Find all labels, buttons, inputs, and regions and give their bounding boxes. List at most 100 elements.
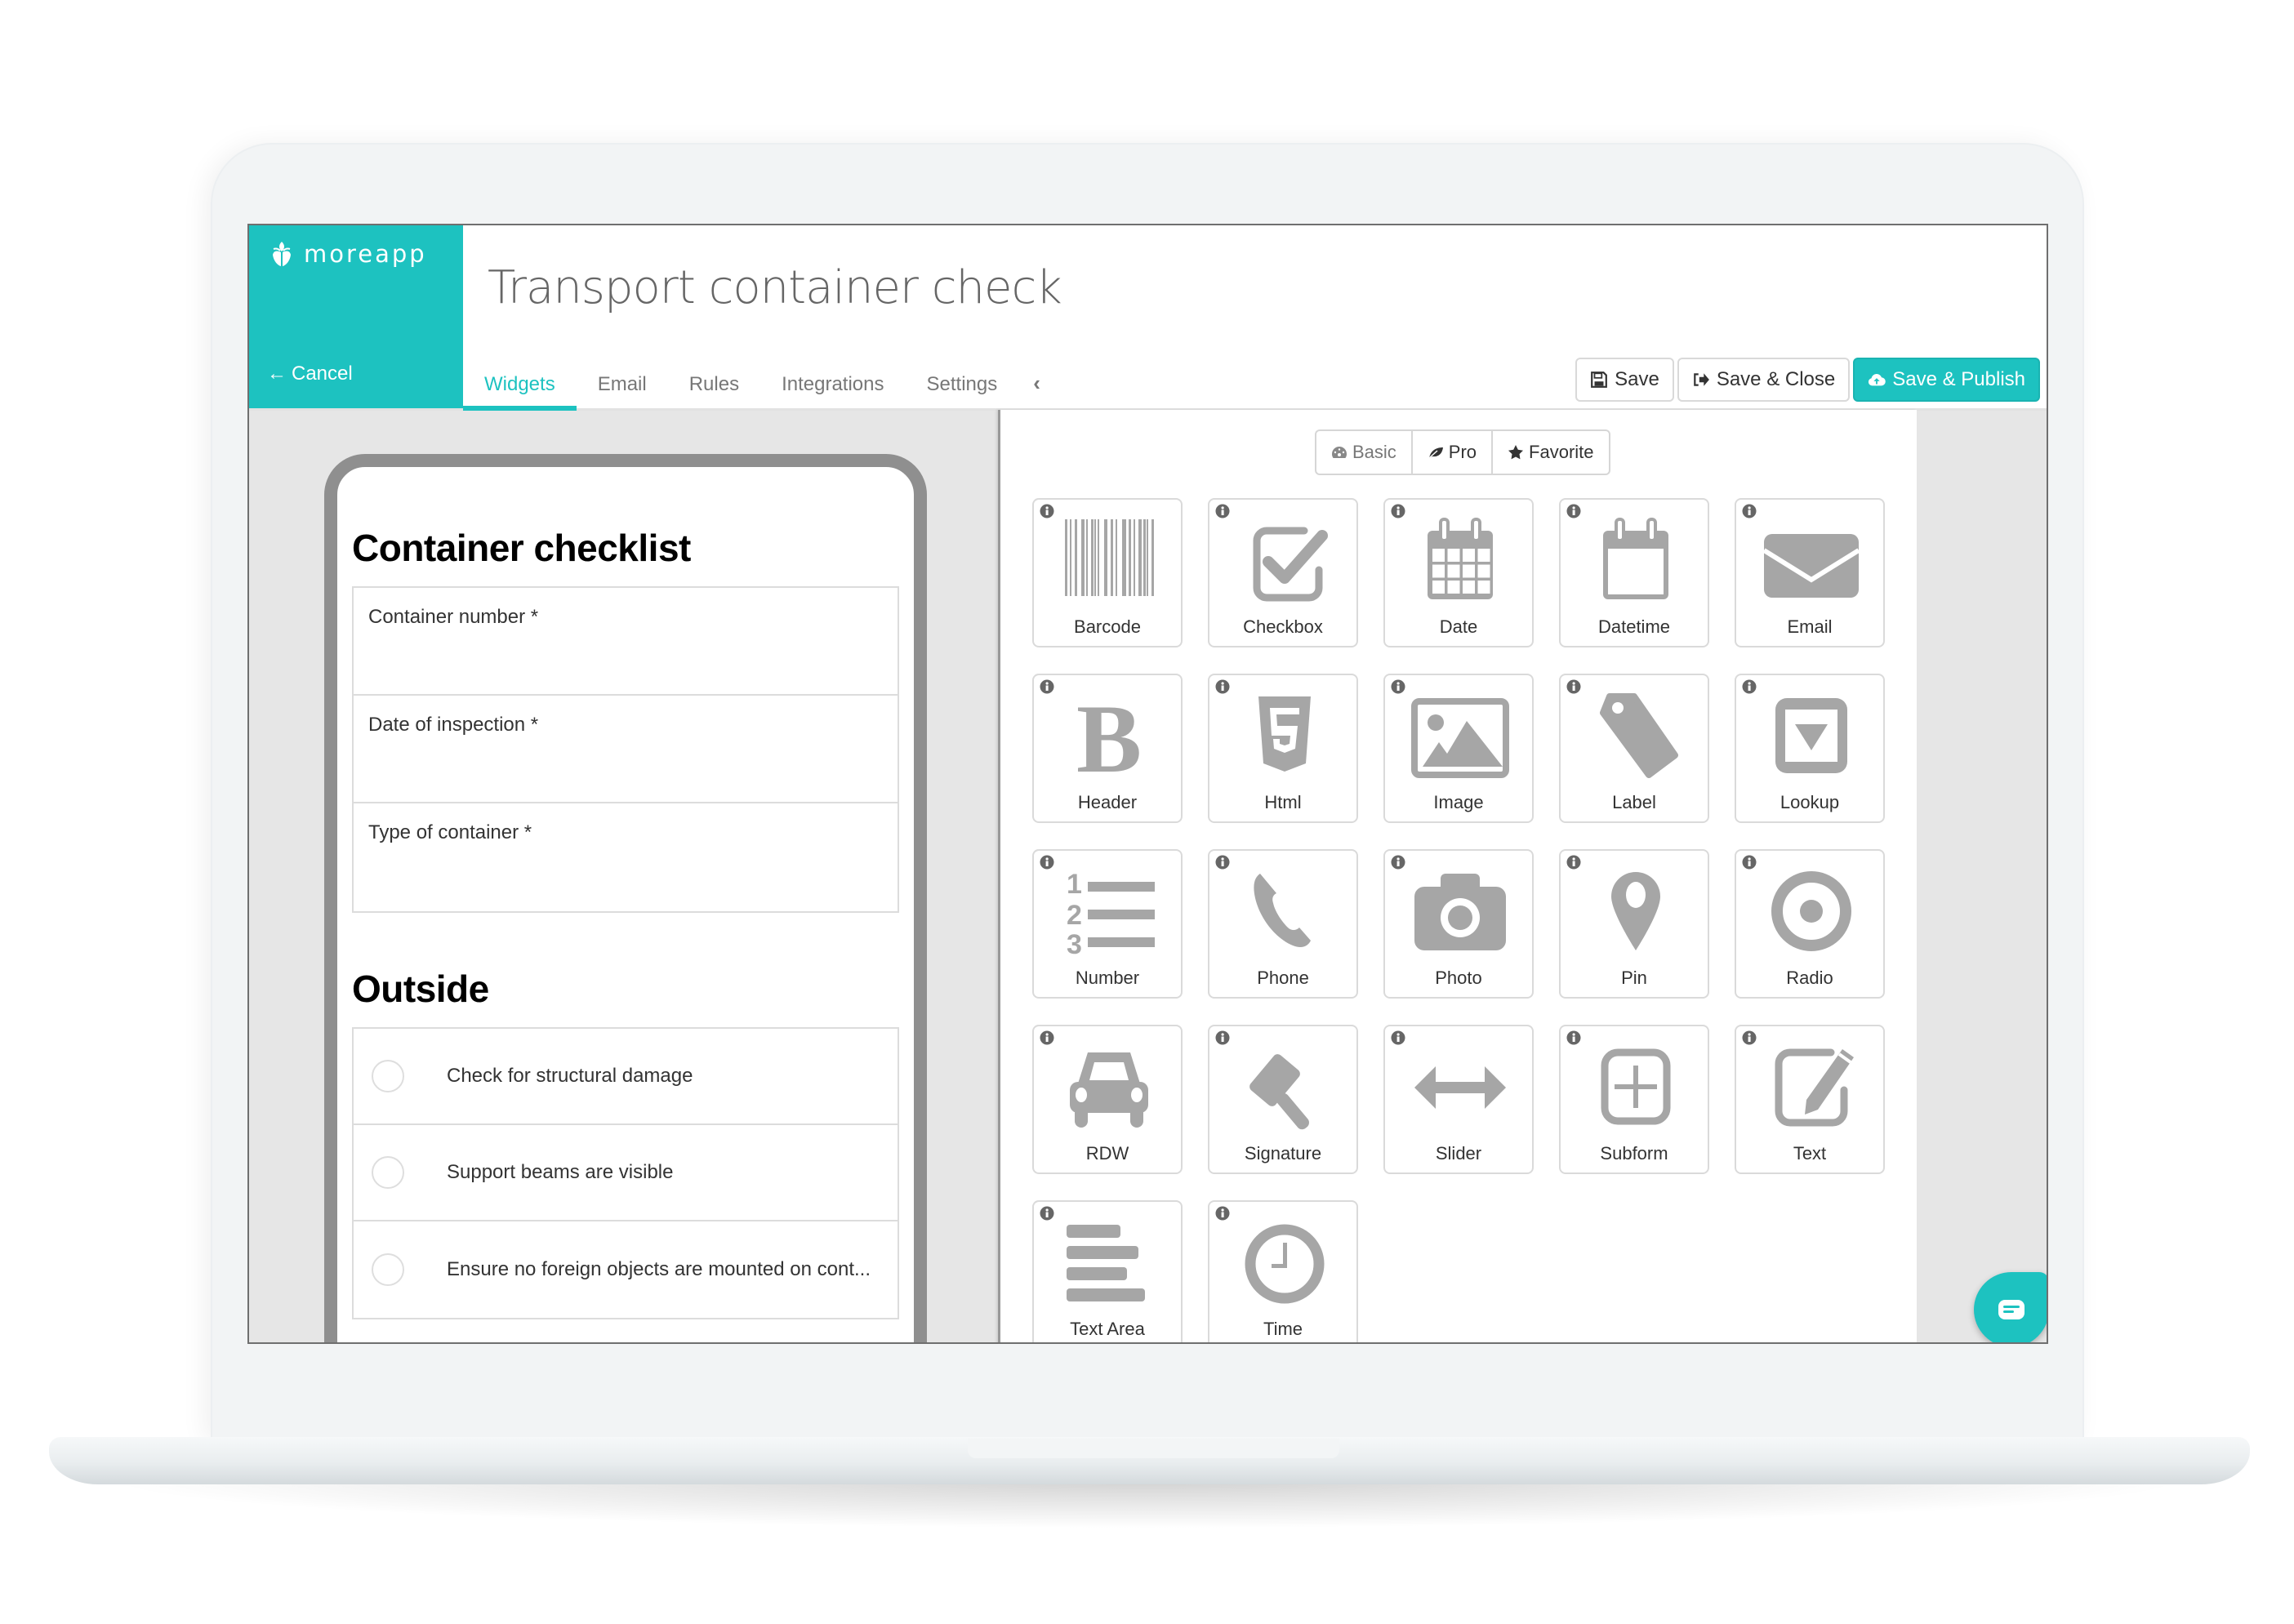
widget-tile-time[interactable]: Time xyxy=(1208,1200,1358,1342)
widget-tile-label: Barcode xyxy=(1074,616,1141,637)
info-icon[interactable] xyxy=(1215,1206,1230,1221)
widget-tile-photo[interactable]: Photo xyxy=(1383,849,1534,999)
info-icon[interactable] xyxy=(1566,504,1581,518)
calendar-icon xyxy=(1428,518,1493,599)
bold-icon: B xyxy=(1076,690,1142,781)
widget-tile-number[interactable]: 1 2 3 Number xyxy=(1032,849,1183,999)
info-icon[interactable] xyxy=(1566,855,1581,870)
widget-tile-image[interactable]: Image xyxy=(1383,674,1534,823)
info-icon[interactable] xyxy=(1391,679,1405,694)
page-title: Transport container check xyxy=(488,261,1062,314)
checklist-item-label: Ensure no foreign objects are mounted on… xyxy=(447,1258,871,1280)
widget-tile-label[interactable]: Label xyxy=(1559,674,1709,823)
laptop-shadow xyxy=(98,1479,2197,1528)
info-icon[interactable] xyxy=(1742,504,1757,518)
leaf-icon xyxy=(1428,447,1443,459)
widget-tile-email[interactable]: Email xyxy=(1735,498,1885,647)
phone-icon xyxy=(1254,874,1311,947)
car-icon xyxy=(1070,1052,1148,1128)
laptop-notch xyxy=(968,1439,1339,1458)
info-icon[interactable] xyxy=(1742,679,1757,694)
info-icon[interactable] xyxy=(1391,855,1405,870)
info-icon[interactable] xyxy=(1742,1030,1757,1045)
info-icon[interactable] xyxy=(1391,1030,1405,1045)
tab-settings[interactable]: Settings xyxy=(906,364,1019,406)
widget-tile-label: Checkbox xyxy=(1243,616,1323,637)
tab-integrations[interactable]: Integrations xyxy=(760,364,905,406)
checklist-item[interactable]: Support beams are visible xyxy=(354,1125,898,1221)
widget-tile-checkbox[interactable]: Checkbox xyxy=(1208,498,1358,647)
info-icon[interactable] xyxy=(1215,855,1230,870)
widget-tile-date[interactable]: Date xyxy=(1383,498,1534,647)
radio-button[interactable] xyxy=(372,1156,404,1189)
plus-square-icon xyxy=(1601,1048,1671,1125)
chevron-left-icon[interactable]: ‹ xyxy=(1018,364,1055,396)
widget-tile-label: Signature xyxy=(1244,1143,1322,1163)
widget-tile-signature[interactable]: Signature xyxy=(1208,1025,1358,1174)
widget-tile-phone[interactable]: Phone xyxy=(1208,849,1358,999)
save-button[interactable]: Save xyxy=(1575,358,1674,402)
filter-basic[interactable]: Basic xyxy=(1316,431,1413,474)
info-icon[interactable] xyxy=(1215,1030,1230,1045)
arrows-horizontal-icon xyxy=(1414,1066,1506,1109)
widget-tile-label: Time xyxy=(1263,1319,1303,1339)
info-icon[interactable] xyxy=(1215,504,1230,518)
widget-tile-label: Text Area xyxy=(1070,1319,1145,1339)
filter-pro[interactable]: Pro xyxy=(1413,431,1494,474)
info-icon[interactable] xyxy=(1040,855,1054,870)
widget-tile-label: Text xyxy=(1793,1143,1827,1163)
info-icon[interactable] xyxy=(1040,1206,1054,1221)
arrow-left-icon: ← xyxy=(267,363,287,385)
star-icon xyxy=(1508,445,1524,460)
chat-icon xyxy=(1998,1300,2025,1319)
chat-button[interactable] xyxy=(1974,1272,2047,1342)
leaf-logo-icon xyxy=(273,242,291,266)
field-group: Container number * Date of inspection * … xyxy=(352,586,899,913)
widget-tile-slider[interactable]: Slider xyxy=(1383,1025,1534,1174)
app-screen: moreapp ← Cancel Transport container che… xyxy=(247,224,2048,1344)
tab-rules[interactable]: Rules xyxy=(668,364,760,406)
filter-pro-label: Pro xyxy=(1448,442,1477,462)
save-publish-button[interactable]: Save & Publish xyxy=(1853,358,2040,402)
brand-name: moreapp xyxy=(304,240,427,268)
info-icon[interactable] xyxy=(1566,679,1581,694)
widget-tile-label: Number xyxy=(1075,968,1140,988)
form-field[interactable]: Container number * xyxy=(354,588,898,696)
info-icon[interactable] xyxy=(1391,504,1405,518)
widget-tile-subform[interactable]: Subform xyxy=(1559,1025,1709,1174)
widget-tile-label: Subform xyxy=(1600,1143,1668,1163)
widget-tile-lookup[interactable]: Lookup xyxy=(1735,674,1885,823)
checklist-item[interactable]: Ensure no foreign objects are mounted on… xyxy=(354,1221,898,1318)
radio-button[interactable] xyxy=(372,1060,404,1092)
checklist-item-label: Check for structural damage xyxy=(447,1065,693,1087)
widget-tile-header[interactable]: B Header xyxy=(1032,674,1183,823)
widget-tile-label: Datetime xyxy=(1597,616,1671,637)
tab-widgets[interactable]: Widgets xyxy=(463,364,577,411)
checklist-item[interactable]: Check for structural damage xyxy=(354,1029,898,1125)
widget-tile-text-area[interactable]: Text Area xyxy=(1032,1200,1183,1342)
form-field[interactable]: Date of inspection * xyxy=(354,696,898,803)
radio-button[interactable] xyxy=(372,1253,404,1286)
info-icon[interactable] xyxy=(1742,855,1757,870)
info-icon[interactable] xyxy=(1215,679,1230,694)
info-icon[interactable] xyxy=(1040,504,1054,518)
form-field[interactable]: Type of container * xyxy=(354,803,898,911)
save-close-button[interactable]: Save & Close xyxy=(1677,358,1851,402)
widget-tile-barcode[interactable]: Barcode xyxy=(1032,498,1183,647)
widget-tile-label: Radio xyxy=(1786,968,1833,988)
filter-favorite[interactable]: Favorite xyxy=(1493,431,1608,474)
dropdown-icon xyxy=(1775,698,1847,773)
widget-tile-datetime[interactable]: Datetime xyxy=(1559,498,1709,647)
widget-tile-rdw[interactable]: RDW xyxy=(1032,1025,1183,1174)
info-icon[interactable] xyxy=(1566,1030,1581,1045)
tab-email[interactable]: Email xyxy=(577,364,668,406)
cancel-button[interactable]: ← Cancel xyxy=(267,363,353,385)
widget-tile-text[interactable]: Text xyxy=(1735,1025,1885,1174)
widget-tile-pin[interactable]: Pin xyxy=(1559,849,1709,999)
save-close-label: Save & Close xyxy=(1716,368,1836,390)
info-icon[interactable] xyxy=(1040,1030,1054,1045)
widget-tile-radio[interactable]: Radio xyxy=(1735,849,1885,999)
filter-basic-label: Basic xyxy=(1352,442,1396,462)
info-icon[interactable] xyxy=(1040,679,1054,694)
widget-tile-html[interactable]: Html xyxy=(1208,674,1358,823)
